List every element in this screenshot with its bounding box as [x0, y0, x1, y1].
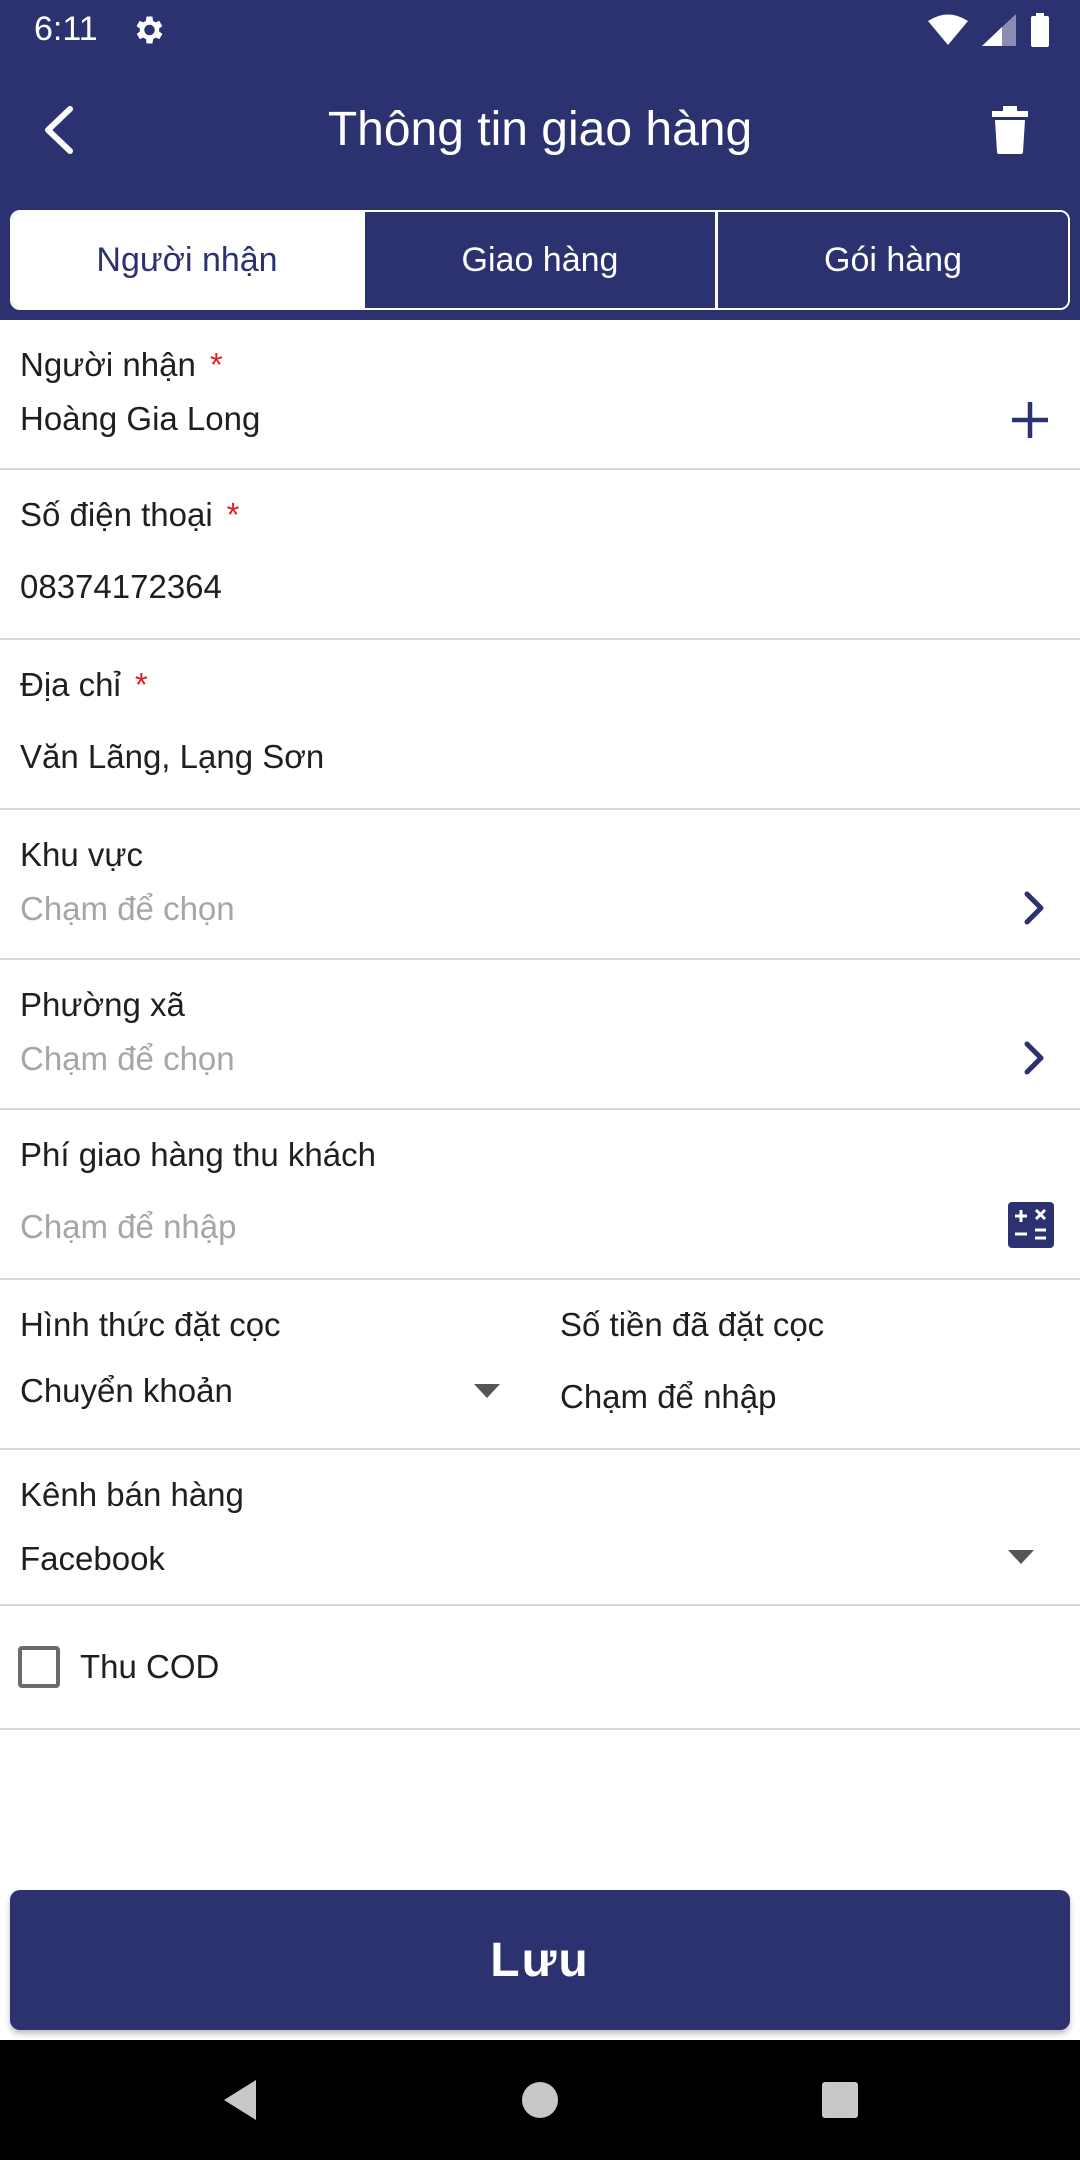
settings-gear-icon [136, 16, 163, 44]
address-label-text: Địa chỉ [20, 666, 121, 703]
nav-back-button[interactable] [210, 2070, 270, 2130]
deposit-amount-input[interactable]: Chạm để nhập [560, 1378, 776, 1416]
wifi-icon [928, 14, 968, 45]
deposit-amount-label: Số tiền đã đặt cọc [560, 1306, 825, 1343]
add-recipient-button[interactable] [1006, 396, 1054, 444]
calculator-icon [1008, 1202, 1054, 1248]
cellular-signal-icon [982, 14, 1016, 46]
tabs-container: Người nhận Giao hàng Gói hàng [0, 200, 1080, 320]
battery-icon [1031, 13, 1049, 47]
phone-label: Số điện thoại * [20, 496, 240, 534]
tab-recipient[interactable]: Người nhận [12, 212, 362, 308]
deposit-row: Hình thức đặt cọc Chuyển khoản Số tiền đ… [0, 1280, 1080, 1450]
ward-select-button[interactable] [1014, 1038, 1054, 1078]
deposit-method-dropdown[interactable]: Chuyển khoản [20, 1372, 500, 1422]
required-mark: * [226, 496, 240, 533]
area-select-button[interactable] [1014, 888, 1054, 928]
phone-row[interactable]: Số điện thoại * 08374172364 [0, 470, 1080, 640]
required-mark: * [209, 346, 223, 383]
address-row[interactable]: Địa chỉ * Văn Lãng, Lạng Sơn [0, 640, 1080, 810]
ward-placeholder[interactable]: Chạm để chọn [20, 1040, 235, 1078]
phone-value[interactable]: 08374172364 [20, 568, 222, 606]
recipient-form: Người nhận * Hoàng Gia Long Số điện thoại… [0, 320, 1080, 1730]
delete-button[interactable] [980, 100, 1040, 160]
circle-home-icon [522, 2082, 558, 2118]
tab-bar: Người nhận Giao hàng Gói hàng [10, 210, 1070, 310]
deposit-method-label: Hình thức đặt cọc [20, 1306, 281, 1343]
app-bar: Thông tin giao hàng [0, 60, 1080, 210]
caret-down-icon [474, 1384, 500, 1398]
nav-recents-button[interactable] [810, 2070, 870, 2130]
address-value[interactable]: Văn Lãng, Lạng Sơn [20, 738, 324, 776]
cod-row[interactable]: Thu COD [0, 1606, 1080, 1730]
square-recents-icon [822, 2082, 858, 2118]
plus-icon [1012, 402, 1048, 438]
sales-channel-row[interactable]: Kênh bán hàng Facebook [0, 1450, 1080, 1606]
status-time: 6:11 [34, 10, 98, 48]
deposit-method-value: Chuyển khoản [20, 1372, 233, 1409]
recipient-value[interactable]: Hoàng Gia Long [20, 400, 260, 438]
caret-down-icon[interactable] [1008, 1550, 1034, 1564]
sales-channel-value[interactable]: Facebook [20, 1540, 165, 1578]
area-label: Khu vực [20, 836, 143, 873]
save-button[interactable]: Lưu [10, 1890, 1070, 2030]
area-row[interactable]: Khu vực Chạm để chọn [0, 810, 1080, 960]
status-icons [928, 12, 1050, 48]
address-label: Địa chỉ * [20, 666, 148, 704]
area-placeholder[interactable]: Chạm để chọn [20, 890, 235, 928]
status-bar: 6:11 [0, 0, 1080, 60]
chevron-right-icon [1024, 1041, 1044, 1075]
nav-home-button[interactable] [510, 2070, 570, 2130]
page-title: Thông tin giao hàng [327, 103, 753, 156]
shipping-fee-label: Phí giao hàng thu khách [20, 1136, 376, 1173]
chevron-right-icon [1024, 891, 1044, 925]
shipping-fee-placeholder[interactable]: Chạm để nhập [20, 1208, 236, 1246]
recipient-label: Người nhận * [20, 346, 223, 384]
cod-label: Thu COD [80, 1648, 220, 1685]
recipient-label-text: Người nhận [20, 346, 196, 383]
calculator-button[interactable] [1008, 1202, 1054, 1248]
phone-label-text: Số điện thoại [20, 496, 213, 533]
triangle-back-icon [224, 2080, 256, 2120]
trash-icon [992, 106, 1028, 154]
recipient-row[interactable]: Người nhận * Hoàng Gia Long [0, 320, 1080, 470]
tab-package[interactable]: Gói hàng [715, 212, 1068, 308]
tab-delivery[interactable]: Giao hàng [362, 212, 715, 308]
shipping-fee-row[interactable]: Phí giao hàng thu khách Chạm để nhập [0, 1110, 1080, 1280]
cod-checkbox[interactable] [18, 1646, 60, 1688]
ward-label: Phường xã [20, 986, 185, 1023]
sales-channel-label: Kênh bán hàng [20, 1476, 244, 1513]
required-mark: * [134, 666, 148, 703]
ward-row[interactable]: Phường xã Chạm để chọn [0, 960, 1080, 1110]
system-navigation-bar [0, 2040, 1080, 2160]
